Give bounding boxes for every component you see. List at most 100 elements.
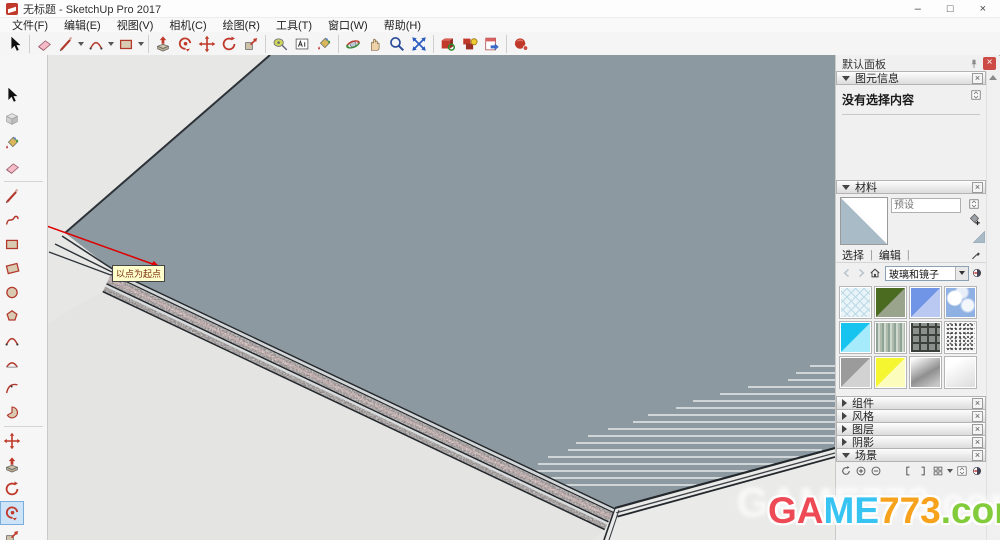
palette-2pt-arc-tool[interactable] — [0, 352, 24, 376]
material-swatch-obscure-glass[interactable] — [944, 321, 977, 354]
maximize-button[interactable]: □ — [947, 3, 954, 15]
material-name-input[interactable] — [891, 198, 961, 213]
back-arrow-icon[interactable] — [841, 267, 853, 279]
view-options-icon[interactable] — [932, 465, 944, 477]
show-details-icon[interactable] — [971, 465, 983, 477]
line-tool-dropdown[interactable] — [77, 33, 85, 55]
forward-arrow-icon[interactable] — [855, 267, 867, 279]
palette-move-tool[interactable] — [0, 429, 24, 453]
tray-scrollbar[interactable] — [986, 72, 999, 540]
menu-view[interactable]: 视图(V) — [109, 17, 162, 33]
components-button[interactable] — [437, 33, 459, 55]
scenes-close-button[interactable]: × — [972, 450, 983, 461]
tray-close-button[interactable]: × — [983, 57, 996, 70]
move-scene-left-icon[interactable] — [902, 465, 914, 477]
palette-arc-tool[interactable] — [0, 328, 24, 352]
palette-polygon-tool[interactable] — [0, 304, 24, 328]
line-tool-button[interactable] — [55, 33, 77, 55]
palette-scale-tool[interactable] — [0, 525, 24, 540]
extension-warehouse-button[interactable] — [510, 33, 532, 55]
details-icon[interactable] — [956, 465, 968, 477]
palette-eraser-tool[interactable] — [0, 155, 24, 179]
palette-line-tool[interactable] — [0, 184, 24, 208]
entity-info-header[interactable]: 图元信息 × — [836, 71, 986, 85]
remove-scene-icon[interactable] — [870, 465, 882, 477]
materials-header[interactable]: 材料 × — [836, 180, 986, 194]
menu-file[interactable]: 文件(F) — [4, 17, 56, 33]
material-swatch-gray-glass[interactable] — [839, 356, 872, 389]
share-model-button[interactable] — [481, 33, 503, 55]
add-scene-icon[interactable] — [855, 465, 867, 477]
materials-close-button[interactable]: × — [972, 182, 983, 193]
components-close-button[interactable]: × — [972, 398, 983, 409]
scale-tool-button[interactable] — [240, 33, 262, 55]
followme-tool-button[interactable] — [174, 33, 196, 55]
material-swatch-ribbed-glass[interactable] — [874, 321, 907, 354]
tape-measure-button[interactable] — [269, 33, 291, 55]
palette-pushpull-tool[interactable] — [0, 453, 24, 477]
chevron-down-icon[interactable] — [947, 469, 953, 473]
menu-edit[interactable]: 编辑(E) — [56, 17, 109, 33]
palette-paint-tool[interactable] — [0, 131, 24, 155]
menu-tools[interactable]: 工具(T) — [268, 17, 320, 33]
material-swatch-green-glass[interactable] — [874, 286, 907, 319]
material-category-dropdown[interactable]: 玻璃和镜子 — [885, 266, 969, 281]
eyedropper-icon[interactable] — [970, 249, 982, 261]
zoom-extents-button[interactable] — [408, 33, 430, 55]
material-swatch-cyan-glass[interactable] — [839, 321, 872, 354]
pushpull-tool-button[interactable] — [152, 33, 174, 55]
home-icon[interactable] — [869, 267, 881, 279]
rectangle-tool-dropdown[interactable] — [137, 33, 145, 55]
palette-rotated-rectangle-tool[interactable] — [0, 256, 24, 280]
arc-tool-button[interactable] — [85, 33, 107, 55]
material-swatch-yellow-glass[interactable] — [874, 356, 907, 389]
pin-icon[interactable] — [968, 58, 980, 70]
material-swatch-blue-glass[interactable] — [909, 286, 942, 319]
update-scene-icon[interactable] — [840, 465, 852, 477]
palette-make-component-tool[interactable] — [0, 107, 24, 131]
material-swatch-mirror[interactable] — [909, 356, 942, 389]
details-icon[interactable] — [968, 198, 980, 210]
styles-close-button[interactable]: × — [972, 411, 983, 422]
minimize-button[interactable]: – — [915, 3, 921, 15]
material-swatch-sky[interactable] — [944, 286, 977, 319]
in-model-icon[interactable] — [971, 267, 983, 279]
create-material-icon[interactable] — [967, 212, 982, 227]
text-tool-button[interactable] — [291, 33, 313, 55]
rectangle-tool-button[interactable] — [115, 33, 137, 55]
palette-select-tool[interactable] — [0, 83, 24, 107]
menu-camera[interactable]: 相机(C) — [161, 17, 214, 33]
palette-3pt-arc-tool[interactable] — [0, 376, 24, 400]
orbit-tool-button[interactable] — [342, 33, 364, 55]
tab-select[interactable]: 选择 — [842, 247, 870, 263]
menu-help[interactable]: 帮助(H) — [376, 17, 429, 33]
palette-followme-tool-active[interactable] — [0, 501, 24, 525]
arc-tool-dropdown[interactable] — [107, 33, 115, 55]
select-tool-button[interactable] — [4, 33, 26, 55]
palette-rectangle-tool[interactable] — [0, 232, 24, 256]
tab-edit[interactable]: 编辑 — [879, 247, 907, 263]
scenes-header[interactable]: 场景 × — [836, 448, 986, 462]
eraser-tool-button[interactable] — [33, 33, 55, 55]
move-tool-button[interactable] — [196, 33, 218, 55]
rotate-tool-button[interactable] — [218, 33, 240, 55]
shadows-close-button[interactable]: × — [972, 437, 983, 448]
material-swatch-glass-blocks[interactable] — [909, 321, 942, 354]
palette-rotate-tool[interactable] — [0, 477, 24, 501]
zoom-tool-button[interactable] — [386, 33, 408, 55]
entity-info-close-button[interactable]: × — [972, 73, 983, 84]
pan-tool-button[interactable] — [364, 33, 386, 55]
paint-bucket-button[interactable] — [313, 33, 335, 55]
details-icon[interactable] — [970, 89, 982, 101]
close-button[interactable]: × — [980, 3, 986, 15]
model-viewport[interactable]: 以点为起点 — [48, 55, 835, 540]
palette-freehand-tool[interactable] — [0, 208, 24, 232]
layers-close-button[interactable]: × — [972, 424, 983, 435]
move-scene-right-icon[interactable] — [917, 465, 929, 477]
dropdown-arrow-button[interactable] — [955, 267, 968, 280]
palette-circle-tool[interactable] — [0, 280, 24, 304]
material-swatch-clear-glass[interactable] — [944, 356, 977, 389]
palette-pie-tool[interactable] — [0, 400, 24, 424]
menu-window[interactable]: 窗口(W) — [320, 17, 376, 33]
material-swatch-lattice[interactable] — [839, 286, 872, 319]
